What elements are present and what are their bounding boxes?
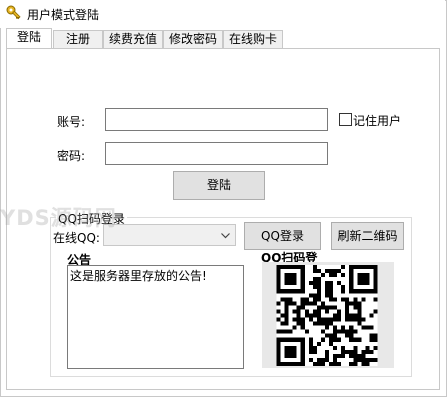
tab-recharge[interactable]: 续费充值 (103, 30, 163, 48)
refresh-qr-button[interactable]: 刷新二维码 (331, 222, 404, 250)
remember-user-label: 记住用户 (353, 114, 402, 128)
notice-text: 这是服务器里存放的公告! (70, 269, 207, 283)
tab-strip: 登陆 注册 续费充值 修改密码 在线购卡 (6, 28, 438, 49)
tab-label: 续费充值 (108, 32, 157, 46)
tab-label: 登陆 (16, 30, 41, 44)
online-qq-select[interactable] (103, 224, 236, 246)
title-bar: 用户模式登陆 (0, 0, 445, 28)
password-label: 密码: (57, 149, 86, 163)
window-title: 用户模式登陆 (27, 8, 100, 22)
tab-login[interactable]: 登陆 (6, 28, 52, 49)
tab-label: 修改密码 (168, 32, 217, 46)
chevron-down-icon (221, 233, 230, 239)
tab-change-password[interactable]: 修改密码 (163, 30, 223, 48)
account-label: 账号: (57, 115, 86, 129)
remember-user-checkbox[interactable] (339, 113, 352, 126)
watermark-logo: YDS源码网 (0, 206, 117, 230)
tab-label: 注册 (65, 32, 90, 46)
tab-buy-card[interactable]: 在线购卡 (223, 30, 283, 48)
login-button[interactable]: 登陆 (173, 171, 265, 200)
password-input[interactable] (105, 142, 328, 165)
tab-register[interactable]: 注册 (53, 30, 103, 48)
notice-textbox[interactable]: 这是服务器里存放的公告! (67, 265, 244, 369)
key-icon (6, 5, 21, 20)
qq-login-button[interactable]: QQ登录 (244, 222, 321, 250)
tab-label: 在线购卡 (228, 32, 277, 46)
account-input[interactable] (105, 108, 328, 131)
qr-code-image (276, 265, 378, 366)
